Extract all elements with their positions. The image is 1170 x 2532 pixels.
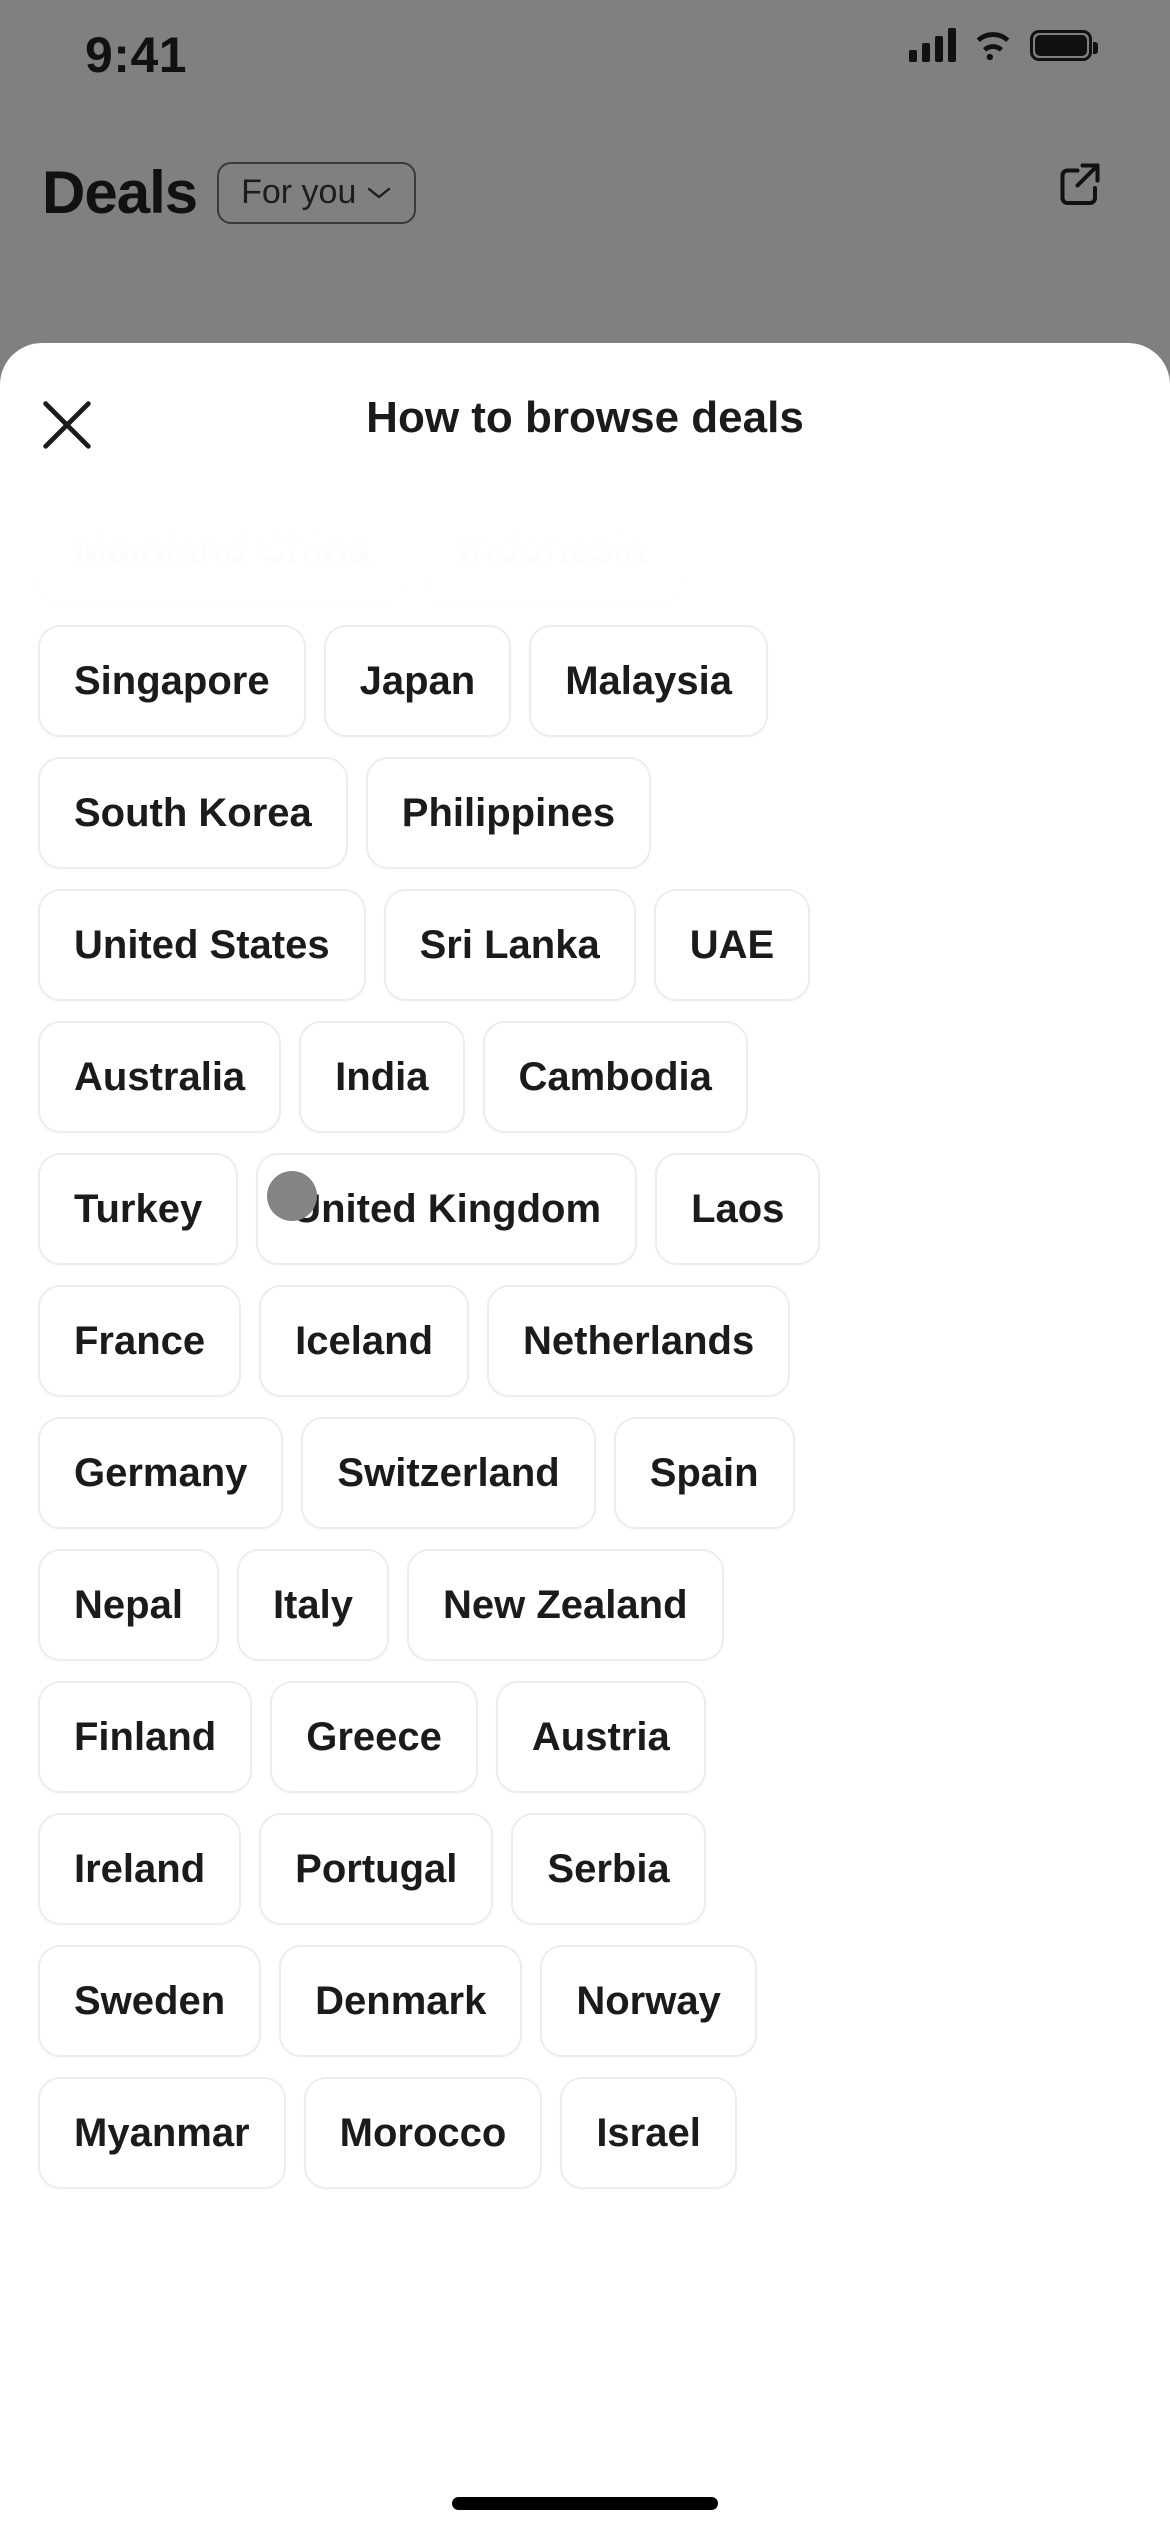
country-chip[interactable]: Australia bbox=[38, 1021, 282, 1133]
country-chip[interactable]: Singapore bbox=[38, 625, 306, 737]
country-chip[interactable]: Indonesia bbox=[423, 493, 683, 605]
chevron-down-icon bbox=[368, 187, 391, 198]
page-title: Deals bbox=[42, 159, 198, 226]
country-chip-row: Australia India Cambodia bbox=[0, 1021, 1170, 1133]
country-chip[interactable]: Portugal bbox=[259, 1813, 494, 1925]
touch-point-indicator bbox=[267, 1171, 317, 1221]
country-chip[interactable]: Sweden bbox=[38, 1945, 262, 2057]
country-chip-row: Turkey United Kingdom Laos bbox=[0, 1153, 1170, 1265]
country-chip[interactable]: Norway bbox=[540, 1945, 757, 2057]
country-chip[interactable]: Denmark bbox=[279, 1945, 523, 2057]
home-indicator-bar bbox=[452, 2497, 718, 2510]
country-chip[interactable]: Germany bbox=[38, 1417, 284, 1529]
country-chip[interactable]: Serbia bbox=[511, 1813, 706, 1925]
country-chip-row: Ireland Portugal Serbia bbox=[0, 1813, 1170, 1925]
country-chip[interactable]: Malaysia bbox=[529, 625, 768, 737]
country-chip-grid: Mainland China Indonesia Singapore Japan Mal… bbox=[0, 493, 1170, 2189]
sheet-title: How to browse deals bbox=[366, 393, 804, 442]
status-bar-time: 9:41 bbox=[85, 27, 188, 83]
country-chip[interactable]: Mainland China bbox=[38, 493, 406, 605]
status-bar: 9:41 bbox=[0, 0, 1170, 130]
country-chip[interactable]: Cambodia bbox=[482, 1021, 748, 1133]
status-bar-indicators bbox=[909, 28, 1098, 62]
country-chip-row: South Korea Philippines bbox=[0, 757, 1170, 869]
country-chip[interactable]: Philippines bbox=[365, 757, 652, 869]
country-chip[interactable]: Morocco bbox=[303, 2077, 543, 2189]
country-chip[interactable]: Ireland bbox=[38, 1813, 242, 1925]
country-chip[interactable]: UAE bbox=[653, 889, 811, 1001]
for-you-filter-chip[interactable]: For you bbox=[217, 161, 417, 224]
country-chip[interactable]: Finland bbox=[38, 1681, 253, 1793]
country-chip[interactable]: Nepal bbox=[38, 1549, 219, 1661]
share-external-icon[interactable] bbox=[1050, 153, 1110, 213]
country-chip-row: Mainland China Indonesia bbox=[0, 493, 1170, 605]
how-to-browse-deals-sheet: How to browse deals Mainland China Indone… bbox=[0, 343, 1170, 2532]
country-chip[interactable]: Iceland bbox=[259, 1285, 470, 1397]
country-chip[interactable]: New Zealand bbox=[406, 1549, 724, 1661]
country-chip[interactable]: Italy bbox=[236, 1549, 389, 1661]
country-chip[interactable]: Israel bbox=[560, 2077, 737, 2189]
battery-full-icon bbox=[1030, 29, 1098, 61]
country-chip[interactable]: Myanmar bbox=[38, 2077, 286, 2189]
country-chip[interactable]: France bbox=[38, 1285, 242, 1397]
country-chip-row: France Iceland Netherlands bbox=[0, 1285, 1170, 1397]
sheet-header: How to browse deals bbox=[0, 343, 1170, 493]
signal-bars-icon bbox=[909, 28, 956, 62]
country-chip-row: Sweden Denmark Norway bbox=[0, 1945, 1170, 2057]
for-you-filter-label: For you bbox=[241, 173, 357, 211]
country-chip-row: Myanmar Morocco Israel bbox=[0, 2077, 1170, 2189]
country-chip[interactable]: South Korea bbox=[38, 757, 348, 869]
country-chip-scroll-area[interactable]: Mainland China Indonesia Singapore Japan Mal… bbox=[0, 493, 1170, 2532]
country-chip[interactable]: Austria bbox=[495, 1681, 706, 1793]
country-chip[interactable]: India bbox=[299, 1021, 465, 1133]
country-chip[interactable]: Switzerland bbox=[301, 1417, 596, 1529]
country-chip-row: Singapore Japan Malaysia bbox=[0, 625, 1170, 737]
wifi-icon bbox=[976, 32, 1010, 61]
country-chip[interactable]: Turkey bbox=[38, 1153, 239, 1265]
country-chip-row: United States Sri Lanka UAE bbox=[0, 889, 1170, 1001]
country-chip[interactable]: Greece bbox=[270, 1681, 478, 1793]
country-chip-row: Germany Switzerland Spain bbox=[0, 1417, 1170, 1529]
deals-header: Deals For you bbox=[0, 145, 1170, 240]
country-chip[interactable]: Netherlands bbox=[487, 1285, 791, 1397]
country-chip[interactable]: Sri Lanka bbox=[383, 889, 636, 1001]
country-chip-row: Nepal Italy New Zealand bbox=[0, 1549, 1170, 1661]
country-chip[interactable]: Spain bbox=[613, 1417, 795, 1529]
country-chip[interactable]: United States bbox=[38, 889, 366, 1001]
country-chip[interactable]: Japan bbox=[323, 625, 512, 737]
close-x-icon[interactable] bbox=[35, 393, 99, 457]
country-chip-row: Finland Greece Austria bbox=[0, 1681, 1170, 1793]
country-chip[interactable]: Laos bbox=[655, 1153, 821, 1265]
